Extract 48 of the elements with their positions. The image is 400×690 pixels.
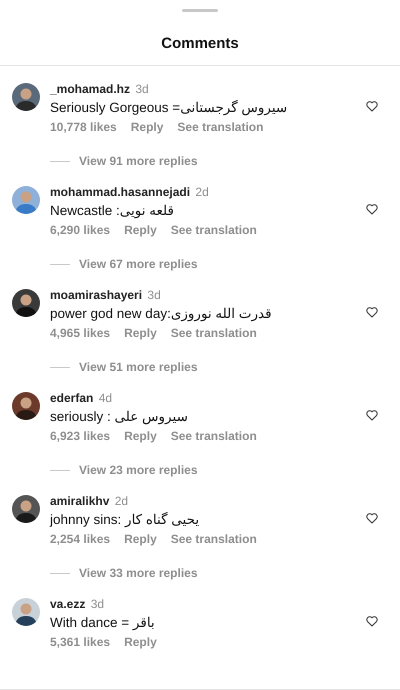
like-count[interactable]: 6,923 likes <box>50 429 110 444</box>
heart-icon[interactable] <box>365 202 379 216</box>
comment-time: 2d <box>195 185 209 200</box>
comment-time: 3d <box>147 288 161 302</box>
drag-handle[interactable] <box>182 9 218 12</box>
comment-time: 4d <box>98 391 112 406</box>
comment-text: With dance = باقر <box>50 614 156 632</box>
view-replies-link[interactable]: View 23 more replies <box>79 463 198 478</box>
see-translation-link[interactable]: See translation <box>170 326 257 342</box>
reply-link[interactable]: Reply <box>124 429 157 444</box>
reply-link[interactable]: Reply <box>124 326 157 342</box>
see-translation-link[interactable]: See translation <box>177 120 264 136</box>
username[interactable]: va.ezz <box>50 597 86 612</box>
like-count[interactable]: 4,965 likes <box>50 326 110 342</box>
comment-text: johnny sins: یحیی گناه کار <box>50 511 200 530</box>
comment-time: 3d <box>135 82 149 96</box>
username[interactable]: ederfan <box>50 391 94 406</box>
comment-time: 2d <box>114 494 128 508</box>
like-count[interactable]: 2,254 likes <box>50 532 110 548</box>
heart-icon[interactable] <box>365 614 379 628</box>
username[interactable]: mohammad.hasannejadi <box>50 185 190 200</box>
see-translation-link[interactable]: See translation <box>170 223 257 238</box>
like-count[interactable]: 10,778 likes <box>50 120 117 136</box>
comment-time: 3d <box>90 597 104 612</box>
username[interactable]: _mohamad.hz <box>50 82 130 96</box>
like-count[interactable]: 5,361 likes <box>50 635 110 650</box>
comment-text: Seriously Gorgeous =سیروس گرجستانی <box>50 99 288 118</box>
view-replies-link[interactable]: View 33 more replies <box>79 566 198 582</box>
like-count[interactable]: 6,290 likes <box>50 223 110 238</box>
comment-text: seriously : سیروس علی <box>50 408 189 426</box>
heart-icon[interactable] <box>365 99 379 114</box>
comment-text: power god new day:قدرت الله نوروزی <box>50 305 273 324</box>
sheet-title: Comments <box>160 35 240 52</box>
username[interactable]: amiralikhv <box>50 494 110 508</box>
heart-icon[interactable] <box>365 408 379 422</box>
comment-text: Newcastle :قلعه نویی <box>50 202 175 220</box>
heart-icon[interactable] <box>365 511 379 526</box>
see-translation-link[interactable]: See translation <box>170 429 257 444</box>
view-replies-link[interactable]: View 67 more replies <box>79 257 198 272</box>
reply-link[interactable]: Reply <box>130 120 164 136</box>
heart-icon[interactable] <box>365 305 379 320</box>
view-replies-link[interactable]: View 91 more replies <box>79 154 198 170</box>
view-replies-link[interactable]: View 51 more replies <box>79 360 198 376</box>
reply-link[interactable]: Reply <box>124 635 157 650</box>
reply-link[interactable]: Reply <box>124 223 157 238</box>
see-translation-link[interactable]: See translation <box>170 532 257 548</box>
username[interactable]: moamirashayeri <box>50 288 142 302</box>
reply-link[interactable]: Reply <box>124 532 157 548</box>
